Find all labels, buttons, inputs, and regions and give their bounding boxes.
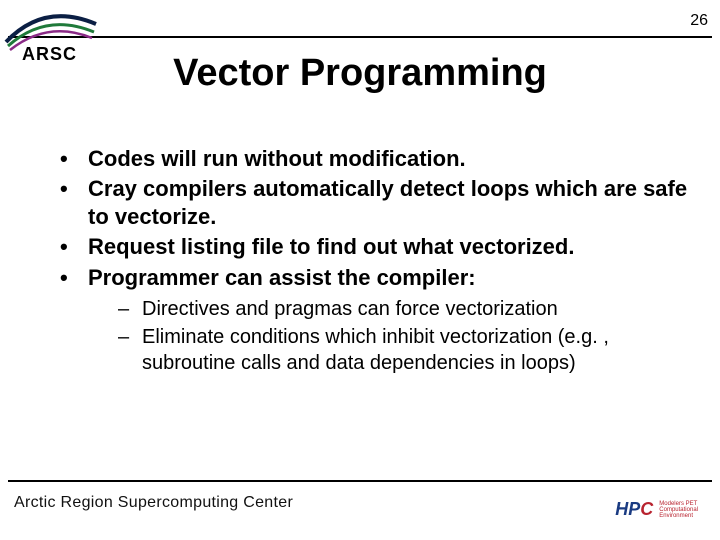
hpc-logo: HPC Modelers PET Computational Environme…	[615, 499, 698, 520]
bullet-item: Request listing file to find out what ve…	[58, 233, 690, 261]
bullet-item: Cray compilers automatically detect loop…	[58, 175, 690, 231]
hpc-sub-line: Environment	[659, 513, 693, 519]
slide-title: Vector Programming	[0, 52, 720, 95]
sub-bullet-text: Directives and pragmas can force vectori…	[142, 298, 558, 320]
sub-bullet-item: Directives and pragmas can force vectori…	[118, 296, 690, 322]
sub-bullet-text: Eliminate conditions which inhibit vecto…	[142, 326, 609, 374]
footer-org: Arctic Region Supercomputing Center	[14, 494, 293, 512]
sub-bullet-list: Directives and pragmas can force vectori…	[118, 296, 690, 376]
header-divider	[8, 36, 712, 38]
bullet-item: Codes will run without modification.	[58, 145, 690, 173]
bullet-text: Cray compilers automatically detect loop…	[88, 176, 687, 229]
slide: 26 ARSC Vector Programming Codes will ru…	[0, 0, 720, 540]
page-number: 26	[690, 12, 708, 30]
bullet-text: Programmer can assist the compiler:	[88, 265, 476, 290]
sub-bullet-item: Eliminate conditions which inhibit vecto…	[118, 324, 690, 376]
content-area: Codes will run without modification. Cra…	[58, 145, 690, 378]
bullet-text: Codes will run without modification.	[88, 146, 466, 171]
bullet-text: Request listing file to find out what ve…	[88, 234, 574, 259]
bullet-list: Codes will run without modification. Cra…	[58, 145, 690, 376]
hpc-subtext: Modelers PET Computational Environment	[659, 501, 698, 519]
bullet-item: Programmer can assist the compiler: Dire…	[58, 264, 690, 376]
hpc-mark: HPC	[615, 499, 653, 520]
hpc-prefix: HP	[615, 499, 640, 519]
hpc-suffix: C	[640, 499, 653, 519]
footer-divider	[8, 480, 712, 482]
